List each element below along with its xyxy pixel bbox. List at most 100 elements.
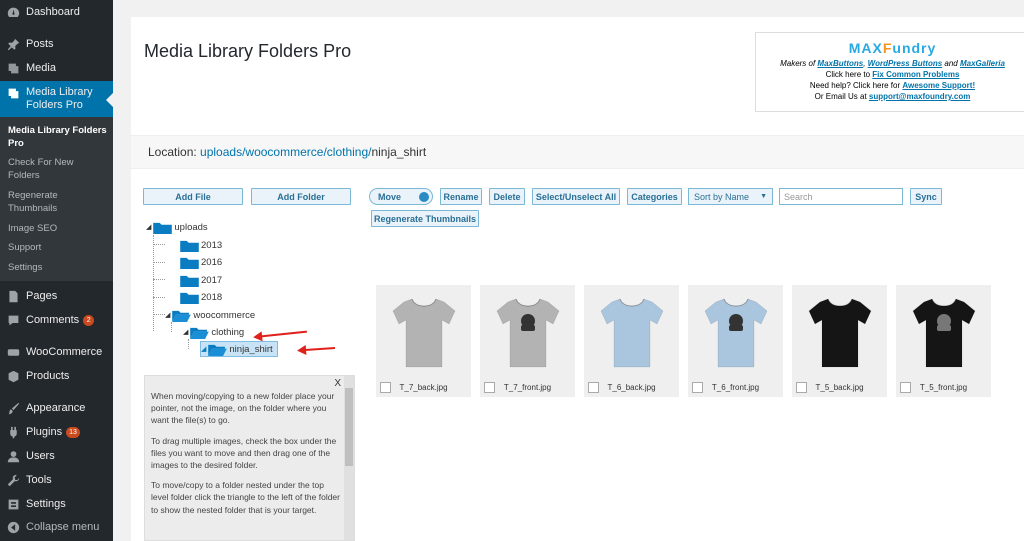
categories-button[interactable]: Categories (627, 188, 682, 205)
comments-count-badge: 2 (83, 314, 95, 326)
nav-label: Products (26, 370, 70, 382)
dashboard-icon (6, 5, 20, 19)
chevron-down-icon: ▼ (760, 193, 767, 200)
submenu-item-regenerate-thumbnails[interactable]: Regenerate Thumbnails (8, 190, 78, 215)
comment-icon (6, 313, 20, 327)
nav-comments[interactable]: Comments 2 (0, 309, 113, 331)
nav-products[interactable]: Products (0, 365, 113, 387)
expand-triangle-icon: ◢ (201, 346, 207, 353)
search-input[interactable]: Search (779, 188, 903, 205)
sort-select[interactable]: Sort by Name ▼ (688, 188, 773, 205)
nav-media-library-folders-pro[interactable]: Media Library Folders Pro (0, 81, 113, 117)
tree-connector (153, 244, 165, 245)
nav-settings[interactable]: Settings (0, 493, 113, 515)
media-thumbnail[interactable]: T_6_front.jpg (688, 285, 783, 397)
help-scrollbar[interactable] (344, 376, 354, 540)
users-icon (6, 449, 20, 463)
active-indicator (106, 93, 113, 107)
submenu-item-support[interactable]: Support (8, 242, 108, 255)
tree-node-clothing[interactable]: ◢ clothing (183, 324, 244, 340)
nav-tools[interactable]: Tools (0, 469, 113, 491)
nav-plugins[interactable]: Plugins 13 (0, 421, 113, 443)
tshirt-image[interactable] (480, 285, 575, 379)
move-copy-toggle[interactable]: Move (369, 188, 433, 205)
tshirt-image[interactable] (688, 285, 783, 379)
help-text: When moving/copying to a new folder plac… (151, 390, 341, 524)
collapse-icon (6, 520, 20, 534)
logo-text-rest: undry (892, 40, 937, 56)
woocommerce-icon (6, 345, 20, 359)
expand-triangle-icon[interactable]: ◢ (146, 223, 151, 231)
submenu-item-media-library-folders-pro[interactable]: Media Library Folders Pro (8, 125, 108, 150)
help-paragraph: When moving/copying to a new folder plac… (151, 391, 335, 426)
media-thumbnail[interactable]: T_5_front.jpg (896, 285, 991, 397)
submenu-item-settings[interactable]: Settings (8, 262, 108, 275)
nav-pages[interactable]: Pages (0, 285, 113, 307)
nav-dashboard[interactable]: Dashboard (0, 1, 113, 23)
nav-label: Pages (26, 290, 58, 302)
media-thumbnail[interactable]: T_7_back.jpg (376, 285, 471, 397)
add-file-button[interactable]: Add File (143, 188, 243, 205)
location-path-link[interactable]: uploads/woocommerce/clothing/ (200, 145, 371, 159)
media-thumbnail[interactable]: T_7_front.jpg (480, 285, 575, 397)
tree-node-2016[interactable]: 2016 (180, 254, 222, 270)
nav-media[interactable]: Media (0, 57, 113, 79)
nav-appearance[interactable]: Appearance (0, 397, 113, 419)
folder-open-icon (190, 326, 210, 339)
wordpress-buttons-link[interactable]: WordPress Buttons (868, 59, 943, 68)
tree-node-ninja-shirt[interactable]: ◢ ninja_shirt (200, 341, 278, 357)
add-folder-button[interactable]: Add Folder (251, 188, 351, 205)
maxbuttons-link[interactable]: MaxButtons (817, 59, 863, 68)
tree-connector (153, 314, 165, 315)
tree-node-2017[interactable]: 2017 (180, 272, 222, 288)
regenerate-thumbnails-button[interactable]: Regenerate Thumbnails (371, 210, 479, 227)
pages-icon (6, 289, 20, 303)
tree-node-label: 2017 (201, 274, 223, 286)
tshirt-image[interactable] (896, 285, 991, 379)
location-bar: Location: uploads/woocommerce/clothing/n… (131, 135, 1024, 169)
pin-icon (6, 37, 20, 51)
fix-common-problems-link[interactable]: Fix Common Problems (872, 70, 959, 79)
tree-connector (153, 262, 165, 263)
media-thumbnail[interactable]: T_6_back.jpg (584, 285, 679, 397)
nav-posts[interactable]: Posts (0, 33, 113, 55)
tree-node-2018[interactable]: 2018 (180, 289, 222, 305)
maxgalleria-link[interactable]: MaxGalleria (960, 59, 1005, 68)
awesome-support-link[interactable]: Awesome Support! (902, 81, 975, 90)
tree-node-2013[interactable]: 2013 (180, 237, 222, 253)
tree-node-uploads[interactable]: ◢ uploads (146, 219, 208, 235)
submenu-item-check-new-folders[interactable]: Check For New Folders (8, 157, 88, 182)
expand-triangle-icon[interactable]: ◢ (183, 328, 188, 336)
delete-button[interactable]: Delete (489, 188, 525, 205)
expand-triangle-icon[interactable]: ◢ (165, 311, 170, 319)
rename-button[interactable]: Rename (440, 188, 482, 205)
nav-label: Appearance (26, 402, 86, 414)
submenu-item-image-seo[interactable]: Image SEO (8, 223, 108, 236)
folder-icon (180, 291, 199, 304)
tree-node-label: uploads (174, 221, 208, 233)
tshirt-image[interactable] (376, 285, 471, 379)
fix-problems-line: Click here to Fix Common Problems (756, 69, 1024, 80)
nav-label: Settings (26, 498, 66, 510)
email-prefix: Or Email Us at (814, 92, 869, 101)
file-name: T_5_back.jpg (815, 383, 864, 392)
tree-node-woocommerce[interactable]: ◢ woocommerce (165, 307, 255, 323)
support-email-link[interactable]: support@maxfoundry.com (869, 92, 970, 101)
file-name: T_7_front.jpg (503, 383, 552, 392)
help-prefix: Need help? Click here for (809, 81, 903, 90)
help-paragraph: To drag multiple images, check the box u… (151, 435, 337, 471)
select-unselect-all-button[interactable]: Select/Unselect All (532, 188, 620, 205)
nav-collapse-menu[interactable]: Collapse menu (0, 516, 113, 538)
nav-users[interactable]: Users (0, 445, 113, 467)
tshirt-image[interactable] (584, 285, 679, 379)
close-help-button[interactable]: X (334, 378, 341, 389)
scrollbar-thumb[interactable] (345, 388, 353, 466)
tshirt-image[interactable] (792, 285, 887, 379)
nav-label: Comments (26, 314, 80, 326)
nav-label: Media Library Folders Pro (26, 86, 93, 111)
folder-icon (180, 274, 199, 287)
sync-button[interactable]: Sync (910, 188, 942, 205)
help-line: Need help? Click here for Awesome Suppor… (756, 80, 1024, 91)
nav-woocommerce[interactable]: WooCommerce (0, 341, 113, 363)
media-thumbnail[interactable]: T_5_back.jpg (792, 285, 887, 397)
